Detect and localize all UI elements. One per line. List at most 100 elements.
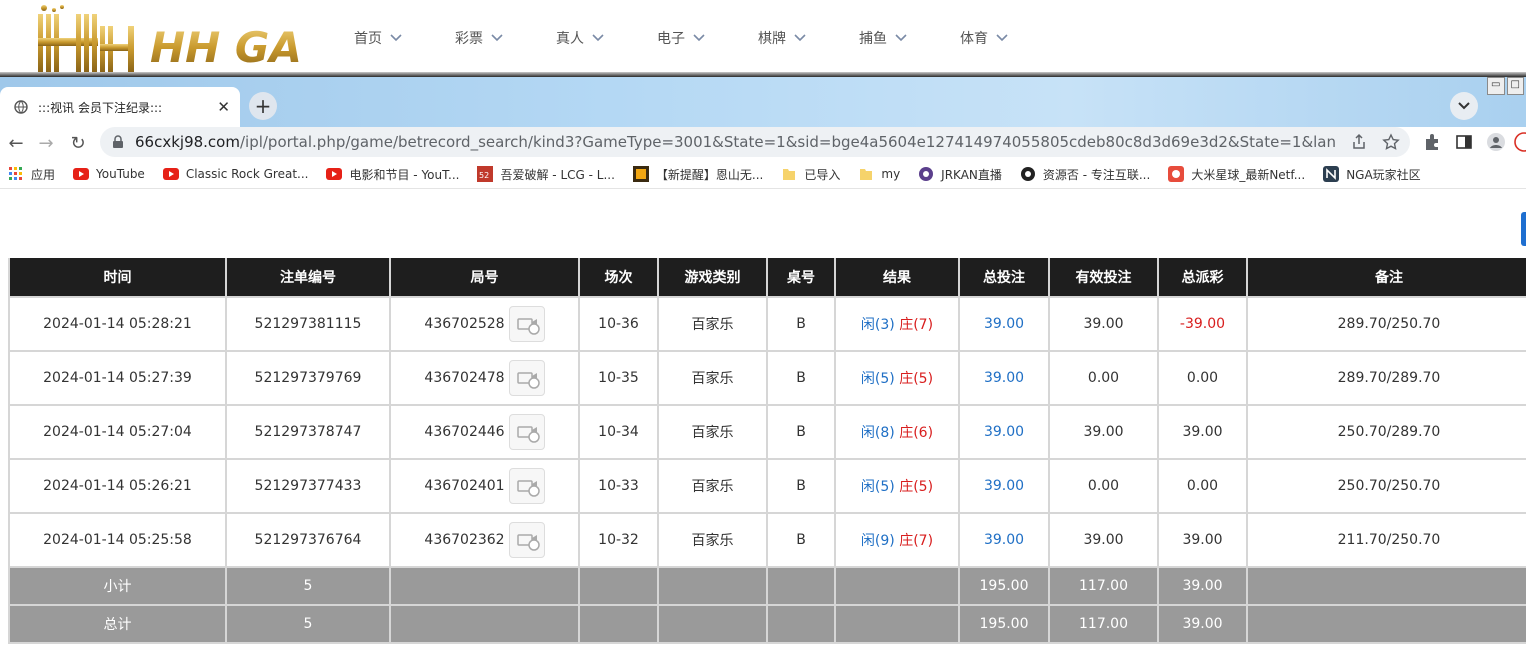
empty-cell xyxy=(766,566,836,606)
replay-video-icon[interactable] xyxy=(508,414,545,450)
maximize-window-button[interactable]: □ xyxy=(1506,77,1524,95)
empty-cell xyxy=(389,566,580,606)
bookmark-item[interactable]: my xyxy=(858,166,900,182)
payout-cell: 39.00 xyxy=(1157,404,1248,460)
session-cell: 10-33 xyxy=(578,458,659,514)
profile-avatar-icon[interactable] xyxy=(1486,132,1506,152)
game-type-cell: 百家乐 xyxy=(657,512,768,568)
summary-payout: 39.00 xyxy=(1157,604,1248,644)
bookmark-label: Classic Rock Great... xyxy=(185,167,309,181)
empty-cell xyxy=(578,566,659,606)
nav-item[interactable]: 首页 xyxy=(354,28,402,48)
replay-video-icon[interactable] xyxy=(508,468,545,504)
site-header: HH GAME 首页 彩票 真人 电子 棋牌 捕鱼 体育 xyxy=(0,0,1526,77)
chevron-down-icon xyxy=(794,34,806,42)
bookmark-label: 应用 xyxy=(31,167,56,182)
column-header: 局号 xyxy=(389,258,580,298)
game-type-cell: 百家乐 xyxy=(657,296,768,352)
close-tab-icon[interactable]: ✕ xyxy=(217,98,230,116)
browser-tab-active[interactable]: :::视讯 会员下注纪录::: ✕ xyxy=(0,87,240,127)
bookmark-item[interactable]: 资源否 - 专注互联... xyxy=(1020,166,1150,183)
total-bet-cell[interactable]: 39.00 xyxy=(958,350,1050,406)
apps-grid-icon xyxy=(8,166,24,182)
nav-item[interactable]: 捕鱼 xyxy=(859,28,907,48)
table-number-cell: B xyxy=(766,404,836,460)
tab-search-button[interactable] xyxy=(1450,92,1478,120)
forward-button[interactable]: → xyxy=(34,131,58,155)
player-result: 闲(8) xyxy=(860,425,895,441)
bookmark-label: 已导入 xyxy=(804,167,841,182)
table-number-cell: B xyxy=(766,512,836,568)
youtube-icon xyxy=(326,166,343,182)
minimize-window-button[interactable]: ▭ xyxy=(1487,77,1505,95)
share-icon[interactable] xyxy=(1350,133,1368,151)
reload-button[interactable]: ↻ xyxy=(66,131,90,155)
table-header: 时间 注单编号 局号 场次 游戏类别 桌号 结果 总投注 有效投注 总派彩 备注 xyxy=(8,258,1526,298)
nav-item[interactable]: 体育 xyxy=(960,28,1008,48)
nav-item[interactable]: 电子 xyxy=(657,28,705,48)
bookmark-item[interactable]: 【新提醒】恩山无... xyxy=(632,166,763,183)
valid-bet-cell: 39.00 xyxy=(1048,404,1159,460)
round-number-cell: 436702446 xyxy=(389,404,580,460)
player-result: 闲(3) xyxy=(860,317,895,333)
round-number: 436702446 xyxy=(424,424,505,440)
total-row: 总计 5 195.00 117.00 39.00 xyxy=(8,604,1526,644)
summary-count: 5 xyxy=(225,604,391,644)
valid-bet-cell: 39.00 xyxy=(1048,296,1159,352)
total-bet-cell[interactable]: 39.00 xyxy=(958,404,1050,460)
banker-result: 庄(5) xyxy=(899,371,934,387)
total-bet-cell[interactable]: 39.00 xyxy=(958,296,1050,352)
subtotal-row: 小计 5 195.00 117.00 39.00 xyxy=(8,566,1526,606)
dami-icon xyxy=(1168,166,1185,182)
chrome-menu-icon[interactable] xyxy=(1514,132,1526,152)
nav-item[interactable]: 棋牌 xyxy=(758,28,806,48)
bookmark-star-icon[interactable] xyxy=(1382,133,1400,151)
banker-result: 庄(6) xyxy=(899,425,934,441)
table-row: 2024-01-14 05:28:21 521297381115 436702528… xyxy=(8,296,1526,352)
browser-tabstrip: :::视讯 会员下注纪录::: ✕ + ▭ □ xyxy=(0,77,1526,127)
column-header: 注单编号 xyxy=(225,258,391,298)
bookmark-item[interactable]: YouTube xyxy=(73,166,145,182)
jrkan-icon xyxy=(918,166,934,182)
side-floating-tab[interactable] xyxy=(1521,212,1526,246)
bookmark-item[interactable]: 电影和节目 - YouT... xyxy=(326,166,459,183)
replay-video-icon[interactable] xyxy=(508,306,545,342)
column-header: 有效投注 xyxy=(1048,258,1159,298)
total-bet-cell[interactable]: 39.00 xyxy=(958,458,1050,514)
empty-cell xyxy=(834,566,960,606)
chevron-down-icon xyxy=(895,34,907,42)
bookmark-item[interactable]: Classic Rock Great... xyxy=(162,166,309,182)
summary-bet: 195.00 xyxy=(958,604,1050,644)
table-row: 2024-01-14 05:25:58 521297376764 436702362… xyxy=(8,512,1526,568)
bookmark-item[interactable]: JRKAN直播 xyxy=(918,166,1002,183)
replay-video-icon[interactable] xyxy=(508,360,545,396)
bookmark-item[interactable]: 应用 xyxy=(8,166,55,183)
column-header: 场次 xyxy=(578,258,659,298)
round-number: 436702528 xyxy=(424,316,505,332)
address-bar[interactable]: 66cxkj98.com/ipl/portal.php/game/betreco… xyxy=(100,127,1410,157)
bookmark-item[interactable]: 大米星球_最新Netf... xyxy=(1168,166,1305,183)
game-type-cell: 百家乐 xyxy=(657,404,768,460)
youtube-icon xyxy=(162,166,179,182)
back-button[interactable]: ← xyxy=(4,131,28,155)
side-panel-icon[interactable] xyxy=(1454,132,1474,152)
bet-time-cell: 2024-01-14 05:25:58 xyxy=(8,512,227,568)
bookmark-label: NGA玩家社区 xyxy=(1346,167,1421,182)
bet-time-cell: 2024-01-14 05:28:21 xyxy=(8,296,227,352)
total-bet-cell[interactable]: 39.00 xyxy=(958,512,1050,568)
extensions-icon[interactable] xyxy=(1422,132,1442,152)
replay-video-icon[interactable] xyxy=(508,522,545,558)
nav-item[interactable]: 彩票 xyxy=(455,28,503,48)
bookmark-item[interactable]: 52 吾爱破解 - LCG - L... xyxy=(477,166,615,183)
valid-bet-cell: 0.00 xyxy=(1048,458,1159,514)
hh-game-logo[interactable]: HH GAME xyxy=(30,4,300,74)
bookmark-item[interactable]: 已导入 xyxy=(781,166,840,183)
column-header: 游戏类别 xyxy=(657,258,768,298)
bet-time-cell: 2024-01-14 05:27:04 xyxy=(8,404,227,460)
nav-item[interactable]: 真人 xyxy=(556,28,604,48)
bookmark-item[interactable]: NGA玩家社区 xyxy=(1323,166,1421,183)
bookmark-label: 吾爱破解 - LCG - L... xyxy=(500,167,615,182)
new-tab-button[interactable]: + xyxy=(249,92,277,120)
empty-cell xyxy=(389,604,580,644)
note-cell: 289.70/250.70 xyxy=(1246,296,1526,352)
